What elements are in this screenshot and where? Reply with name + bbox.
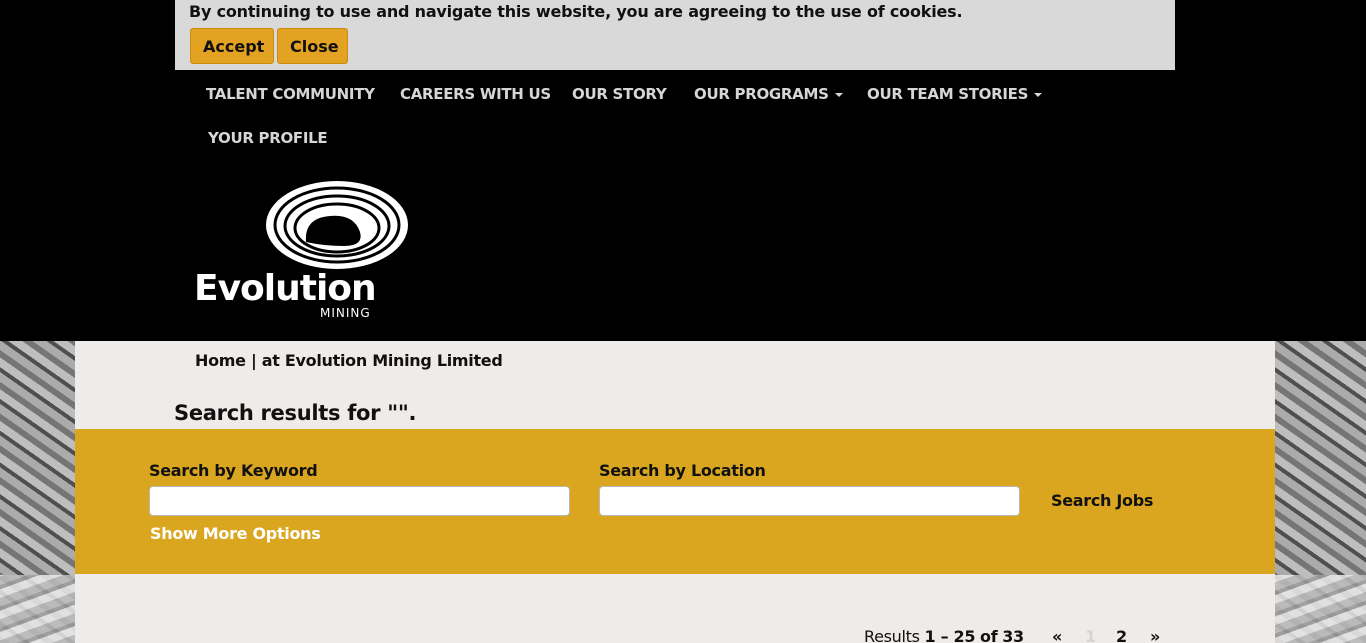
evolution-mining-logo[interactable]: Evolution MINING (194, 180, 410, 322)
results-total: 33 (1002, 627, 1024, 643)
cookie-text: By continuing to use and navigate this w… (189, 2, 963, 21)
logo-sub: MINING (320, 306, 371, 320)
logo-name: Evolution (194, 268, 377, 309)
nav-item-your-profile[interactable]: YOUR PROFILE (208, 129, 328, 147)
search-jobs-button[interactable]: Search Jobs (1051, 491, 1153, 510)
pagination-page-1: 1 (1085, 627, 1097, 643)
nav-item-our-programs-label: OUR PROGRAMS (694, 85, 829, 103)
nav-item-our-team-stories[interactable]: OUR TEAM STORIES (867, 85, 1043, 103)
pagination-next[interactable]: » (1150, 627, 1160, 643)
results-prefix: Results (864, 627, 920, 643)
pagination-prev[interactable]: « (1052, 627, 1062, 643)
keyword-label: Search by Keyword (149, 461, 318, 480)
nav-item-our-programs[interactable]: OUR PROGRAMS (694, 85, 843, 103)
search-panel: Search by Keyword Search by Location Sea… (75, 429, 1275, 574)
results-range: 1 – 25 (924, 627, 976, 643)
keyword-search-input[interactable] (149, 486, 570, 516)
nav-item-our-story[interactable]: OUR STORY (572, 85, 667, 103)
breadcrumb[interactable]: Home | at Evolution Mining Limited (195, 351, 503, 370)
location-search-input[interactable] (599, 486, 1020, 516)
pagination-summary: Results 1 – 25 of 33 (864, 627, 1024, 643)
caret-down-icon (1034, 92, 1043, 97)
accept-cookies-button[interactable]: Accept (190, 28, 274, 64)
show-more-options-link[interactable]: Show More Options (150, 524, 321, 543)
cookie-banner: By continuing to use and navigate this w… (175, 0, 1175, 70)
location-label: Search by Location (599, 461, 766, 480)
background-rock-bottom-right (1275, 575, 1366, 643)
results-of: of (980, 627, 998, 643)
caret-down-icon (834, 92, 843, 97)
close-cookies-button[interactable]: Close (277, 28, 348, 64)
nav-item-talent-community[interactable]: TALENT COMMUNITY (206, 85, 375, 103)
page-title: Search results for "". (174, 401, 417, 425)
background-rock-bottom-left (0, 575, 75, 643)
main-content: Home | at Evolution Mining Limited Searc… (75, 341, 1275, 643)
logo-rings-icon (266, 181, 408, 269)
nav-item-our-team-stories-label: OUR TEAM STORIES (867, 85, 1029, 103)
pagination-page-2[interactable]: 2 (1116, 627, 1127, 643)
nav-item-careers-with-us[interactable]: CAREERS WITH US (400, 85, 551, 103)
